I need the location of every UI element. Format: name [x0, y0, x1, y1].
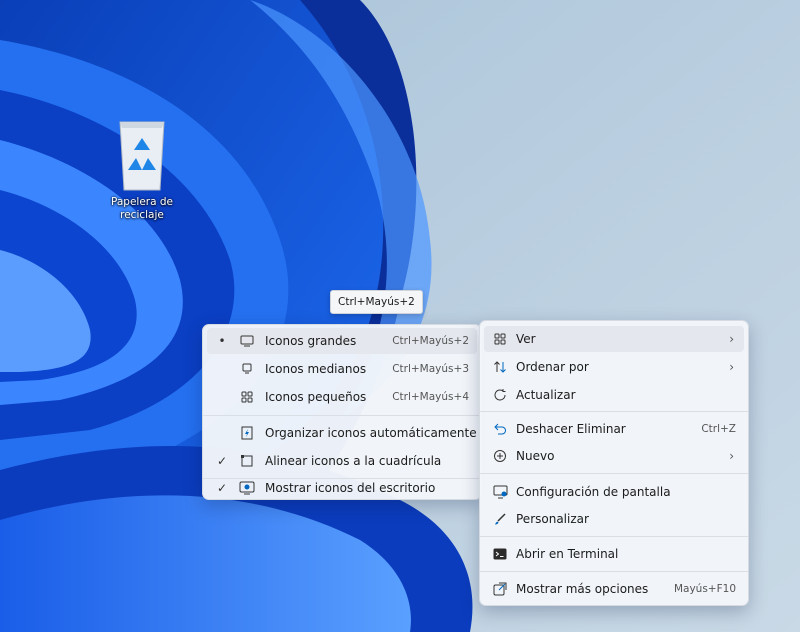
menu-item-label: Abrir en Terminal — [516, 547, 619, 561]
recycle-bin-desktop-icon[interactable]: Papelera de reciclaje — [104, 110, 180, 222]
menu-separator — [480, 411, 748, 412]
align-grid-icon — [239, 453, 255, 469]
selected-bullet-icon: • — [218, 334, 226, 348]
menu-item-new[interactable]: Nuevo › — [484, 443, 744, 469]
menu-item-label: Iconos medianos — [265, 362, 367, 376]
menu-item-shortcut: Ctrl+Mayús+2 — [392, 335, 469, 347]
menu-item-label: Ver — [516, 332, 536, 346]
chevron-right-icon: › — [729, 332, 734, 346]
chevron-right-icon: › — [729, 449, 734, 463]
grid-icon — [492, 331, 508, 347]
menu-item-show-desktop-icons[interactable]: ✓ Mostrar iconos del escritorio — [207, 476, 477, 500]
shortcut-tooltip: Ctrl+Mayús+2 — [330, 290, 423, 314]
view-submenu: • Iconos grandes Ctrl+Mayús+2 Iconos med… — [202, 324, 482, 500]
refresh-icon — [492, 387, 508, 403]
recycle-bin-icon — [119, 121, 165, 191]
checkmark-icon: ✓ — [216, 481, 228, 495]
menu-item-personalize[interactable]: Personalizar — [484, 506, 744, 532]
checkmark-icon: ✓ — [216, 454, 228, 468]
sort-icon — [492, 359, 508, 375]
show-desktop-icons-icon — [239, 480, 255, 496]
menu-item-shortcut: Ctrl+Mayús+3 — [392, 363, 469, 375]
desktop-context-menu: Ver › Ordenar por › Actualizar Deshacer … — [479, 320, 749, 606]
menu-item-undo-delete[interactable]: Deshacer Eliminar Ctrl+Z — [484, 416, 744, 442]
brush-icon — [492, 511, 508, 527]
menu-item-small-icons[interactable]: Iconos pequeños Ctrl+Mayús+4 — [207, 384, 477, 410]
menu-item-label: Deshacer Eliminar — [516, 422, 626, 436]
menu-item-label: Iconos grandes — [265, 334, 357, 348]
more-options-icon — [492, 581, 508, 597]
menu-item-auto-arrange[interactable]: Organizar iconos automáticamente — [207, 420, 477, 446]
menu-item-label: Mostrar iconos del escritorio — [265, 481, 436, 495]
menu-item-label: Mostrar más opciones — [516, 582, 649, 596]
medium-icons-icon — [239, 361, 255, 377]
menu-item-label: Actualizar — [516, 388, 576, 402]
menu-item-label: Nuevo — [516, 449, 555, 463]
menu-item-open-terminal[interactable]: Abrir en Terminal — [484, 541, 744, 567]
menu-separator — [480, 571, 748, 572]
menu-item-label: Iconos pequeños — [265, 390, 367, 404]
terminal-icon — [492, 546, 508, 562]
menu-separator — [203, 415, 481, 416]
menu-separator — [480, 473, 748, 474]
menu-item-label: Ordenar por — [516, 360, 589, 374]
menu-item-view[interactable]: Ver › — [484, 326, 744, 352]
menu-item-label: Alinear iconos a la cuadrícula — [265, 454, 442, 468]
menu-item-shortcut: Ctrl+Mayús+4 — [392, 391, 469, 403]
menu-item-display-settings[interactable]: Configuración de pantalla — [484, 479, 744, 505]
chevron-right-icon: › — [729, 360, 734, 374]
menu-item-refresh[interactable]: Actualizar — [484, 382, 744, 408]
recycle-bin-label: Papelera de reciclaje — [110, 196, 173, 221]
menu-item-label: Configuración de pantalla — [516, 485, 671, 499]
display-settings-icon — [492, 484, 508, 500]
menu-item-more-options[interactable]: Mostrar más opciones Mayús+F10 — [484, 576, 744, 602]
undo-icon — [492, 421, 508, 437]
menu-item-shortcut: Mayús+F10 — [673, 583, 736, 595]
menu-separator — [480, 536, 748, 537]
small-icons-grid-icon — [239, 389, 255, 405]
auto-arrange-icon — [239, 425, 255, 441]
menu-item-label: Organizar iconos automáticamente — [265, 426, 477, 440]
plus-circle-icon — [492, 448, 508, 464]
menu-item-shortcut: Ctrl+Z — [701, 423, 736, 435]
large-icons-icon — [239, 333, 255, 349]
menu-item-sort-by[interactable]: Ordenar por › — [484, 354, 744, 380]
menu-item-medium-icons[interactable]: Iconos medianos Ctrl+Mayús+3 — [207, 356, 477, 382]
menu-item-align-grid[interactable]: ✓ Alinear iconos a la cuadrícula — [207, 448, 477, 474]
menu-item-large-icons[interactable]: • Iconos grandes Ctrl+Mayús+2 — [207, 328, 477, 354]
menu-item-label: Personalizar — [516, 512, 589, 526]
